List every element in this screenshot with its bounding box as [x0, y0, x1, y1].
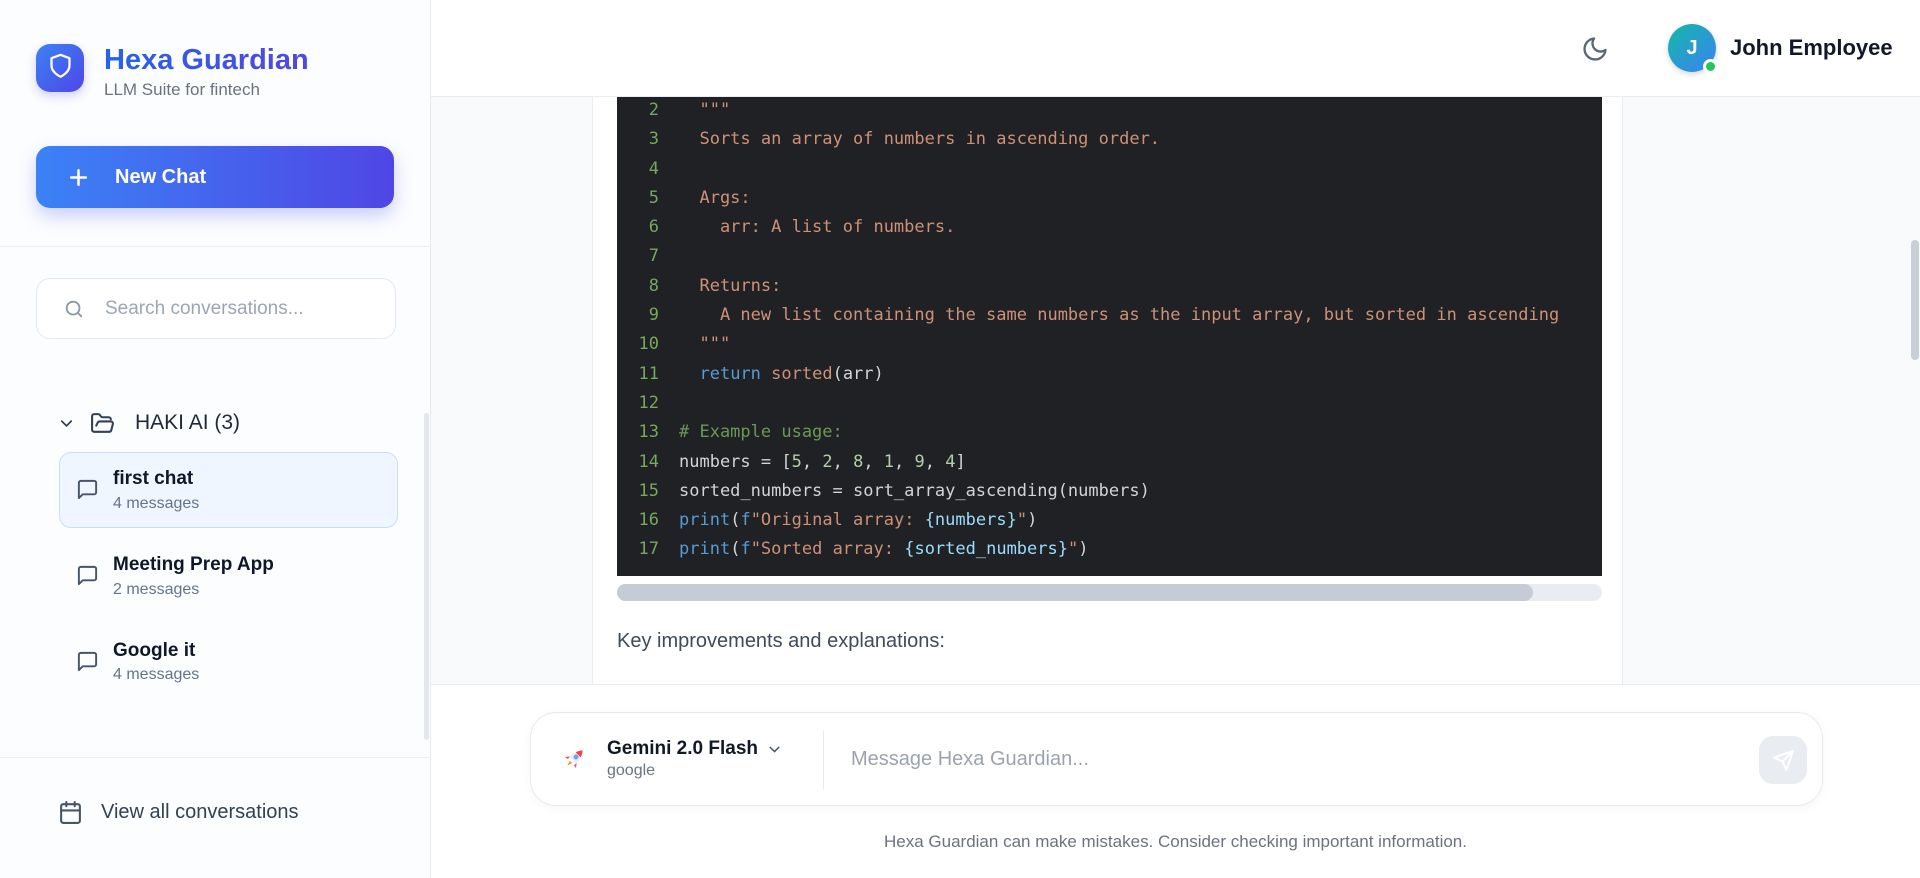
conversation-item[interactable]: first chat 4 messages [59, 452, 398, 528]
app-title: Hexa Guardian [104, 44, 309, 77]
line-number: 7 [617, 242, 659, 271]
code-line: 16print(f"Original array: {numbers}") [617, 506, 1602, 535]
line-number: 4 [617, 155, 659, 184]
code-line: 10 """ [617, 330, 1602, 359]
conversation-message-count: 4 messages [113, 666, 199, 684]
conversation-message-count: 4 messages [113, 495, 199, 513]
new-chat-button[interactable]: New Chat [36, 146, 394, 208]
code-horizontal-scrollbar [617, 584, 1602, 601]
search-icon [63, 298, 85, 320]
view-all-conversations-button[interactable]: View all conversations [58, 800, 299, 825]
folder-label: HAKI AI (3) [135, 411, 240, 435]
sidebar-divider [0, 246, 430, 247]
composer-section: Gemini 2.0 Flash google [431, 686, 1920, 878]
code-line: 7 [617, 242, 1602, 271]
send-button[interactable] [1759, 736, 1807, 784]
line-number: 16 [617, 506, 659, 535]
view-all-label: View all conversations [101, 801, 299, 824]
code-line: 6 arr: A list of numbers. [617, 213, 1602, 242]
conversation-list: first chat 4 messages Meeting Prep App 2 me… [59, 452, 398, 709]
chat-bubble-icon [76, 650, 99, 673]
code-line: 17print(f"Sorted array: {sorted_numbers}… [617, 535, 1602, 564]
code-line: 3 Sorts an array of numbers in ascending… [617, 125, 1602, 154]
app-logo [36, 44, 84, 92]
sidebar-footer: View all conversations [0, 757, 430, 878]
code-line: 13# Example usage: [617, 418, 1602, 447]
folder-haki-ai[interactable]: HAKI AI (3) [57, 406, 240, 440]
conversation-item[interactable]: Meeting Prep App 2 messages [59, 538, 398, 614]
model-name: Gemini 2.0 Flash [607, 738, 758, 760]
chevron-down-icon [766, 741, 783, 758]
model-provider: google [607, 762, 783, 780]
line-number: 10 [617, 330, 659, 359]
sidebar-scrollbar[interactable] [424, 413, 429, 740]
online-status-dot [1703, 59, 1718, 74]
line-number: 8 [617, 272, 659, 301]
top-bar: J John Employee [431, 0, 1920, 97]
new-chat-label: New Chat [115, 166, 206, 189]
sidebar: Hexa Guardian LLM Suite for fintech New … [0, 0, 431, 878]
conversation-title: Meeting Prep App [113, 553, 274, 577]
chat-bubble-icon [76, 478, 99, 501]
message-input[interactable] [851, 713, 1731, 805]
code-line: 4 [617, 155, 1602, 184]
main-area: J John Employee 2 """3 Sorts an array of… [431, 0, 1920, 878]
code-line: 12 [617, 389, 1602, 418]
avatar: J [1668, 24, 1716, 72]
plus-icon [66, 165, 91, 190]
message-paragraph: Key improvements and explanations: [617, 630, 945, 653]
line-number: 2 [617, 97, 659, 125]
code-content: 2 """3 Sorts an array of numbers in asce… [617, 97, 1602, 565]
dark-mode-toggle[interactable] [1581, 31, 1617, 67]
code-block: 2 """3 Sorts an array of numbers in asce… [617, 97, 1602, 576]
composer: Gemini 2.0 Flash google [530, 712, 1823, 806]
assistant-message-card: 2 """3 Sorts an array of numbers in asce… [592, 97, 1623, 685]
conversation-message-count: 2 messages [113, 581, 274, 599]
folder-open-icon [90, 411, 115, 436]
line-number: 17 [617, 535, 659, 564]
chat-bubble-icon [76, 564, 99, 587]
code-line: 14numbers = [5, 2, 8, 1, 9, 4] [617, 448, 1602, 477]
code-line: 5 Args: [617, 184, 1602, 213]
avatar-initial: J [1686, 37, 1697, 60]
line-number: 14 [617, 448, 659, 477]
conversation-title: Google it [113, 639, 199, 663]
brand: Hexa Guardian LLM Suite for fintech [36, 44, 309, 100]
app-window: Hexa Guardian LLM Suite for fintech New … [0, 0, 1920, 878]
conversation-item[interactable]: Google it 4 messages [59, 624, 398, 700]
user-name: John Employee [1730, 35, 1893, 61]
chat-scroll-area: 2 """3 Sorts an array of numbers in asce… [431, 97, 1920, 685]
line-number: 5 [617, 184, 659, 213]
conversation-title: first chat [113, 467, 199, 491]
user-menu[interactable]: J John Employee [1668, 24, 1893, 72]
chevron-down-icon[interactable] [57, 414, 76, 433]
line-number: 9 [617, 301, 659, 330]
app-tagline: LLM Suite for fintech [104, 80, 309, 100]
line-number: 13 [617, 418, 659, 447]
code-line: 11 return sorted(arr) [617, 360, 1602, 389]
code-line: 9 A new list containing the same numbers… [617, 301, 1602, 330]
calendar-icon [58, 800, 83, 825]
send-icon [1772, 749, 1795, 772]
disclaimer-text: Hexa Guardian can make mistakes. Conside… [431, 832, 1920, 852]
search-box [36, 278, 396, 339]
line-number: 3 [617, 125, 659, 154]
code-line: 2 """ [617, 97, 1602, 125]
line-number: 6 [617, 213, 659, 242]
code-line: 15sorted_numbers = sort_array_ascending(… [617, 477, 1602, 506]
code-horizontal-scrollbar-thumb[interactable] [617, 584, 1533, 601]
search-input[interactable] [105, 298, 395, 320]
line-number: 15 [617, 477, 659, 506]
page-vertical-scrollbar-thumb[interactable] [1911, 240, 1919, 360]
shield-icon [47, 52, 74, 84]
code-line: 8 Returns: [617, 272, 1602, 301]
line-number: 12 [617, 389, 659, 418]
model-selector[interactable]: Gemini 2.0 Flash google [531, 713, 723, 805]
rocket-icon [559, 744, 589, 774]
moon-icon [1581, 35, 1617, 63]
line-number: 11 [617, 360, 659, 389]
composer-divider [823, 731, 824, 789]
